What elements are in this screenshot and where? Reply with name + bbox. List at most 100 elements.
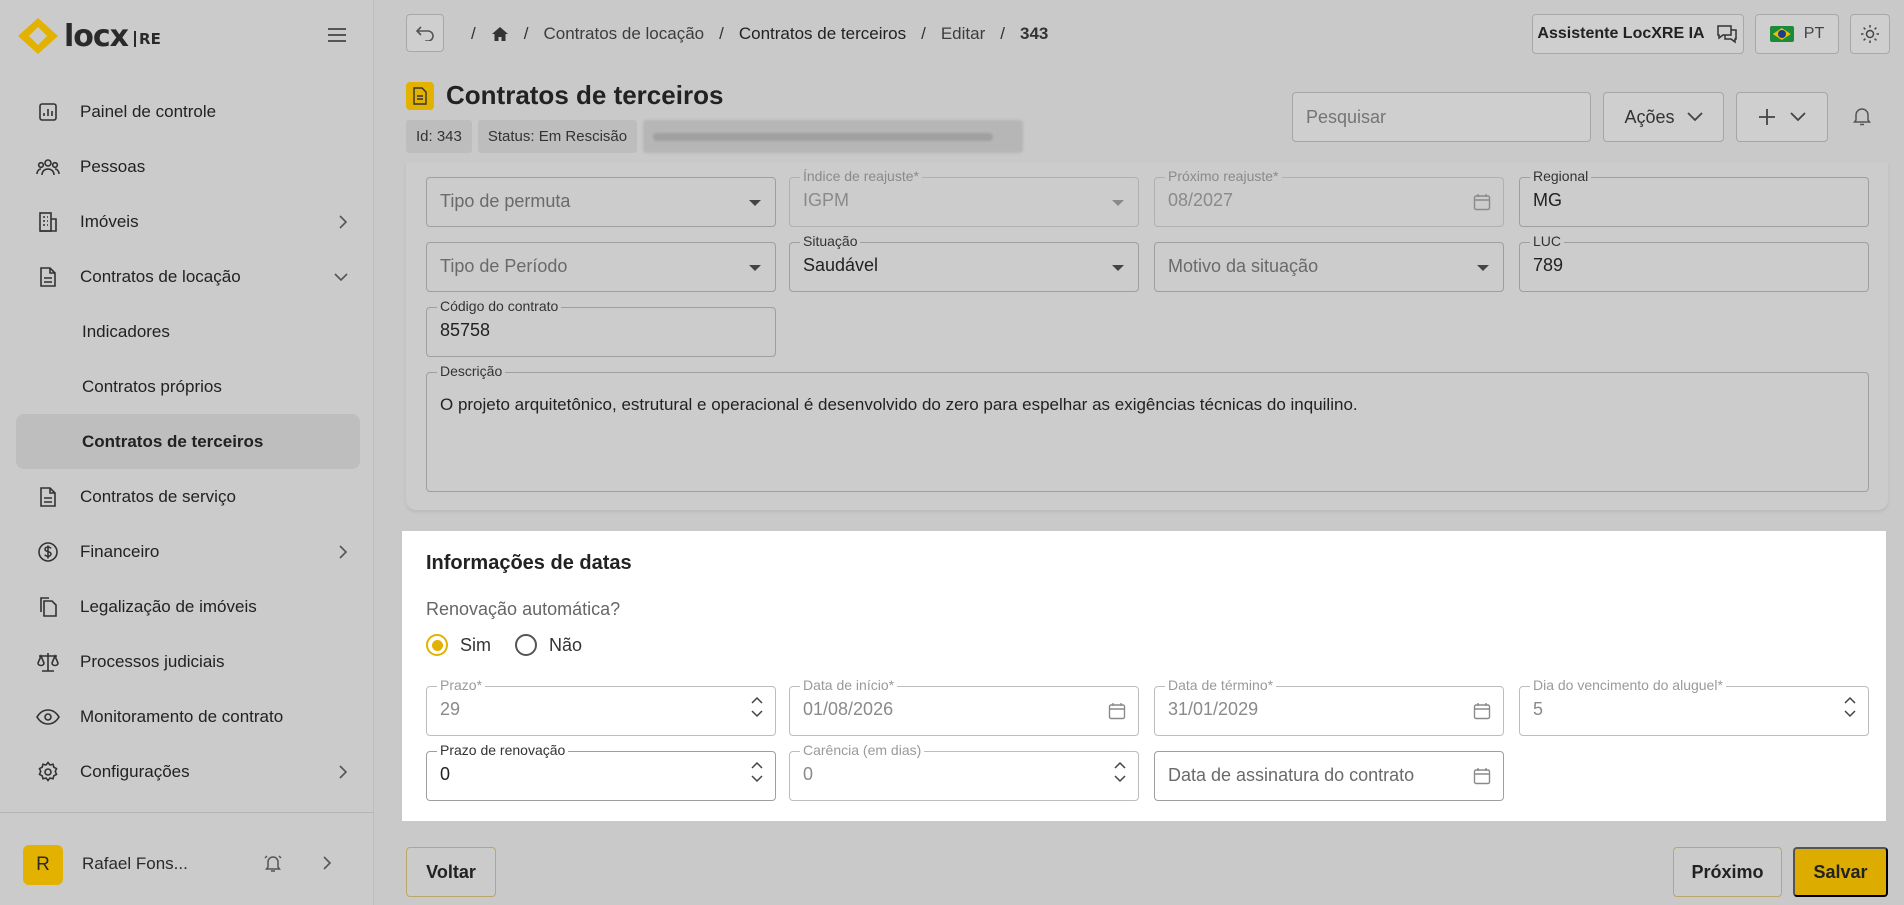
motivo-situacao-select[interactable]: Motivo da situação xyxy=(1154,242,1504,292)
building-icon xyxy=(36,210,60,234)
field-label: LUC xyxy=(1530,233,1565,249)
actions-label: Ações xyxy=(1624,106,1675,127)
back-button[interactable]: Voltar xyxy=(406,847,496,897)
field-value: IGPM xyxy=(803,190,850,210)
chevron-down-icon xyxy=(1686,112,1703,122)
data-inicio-field: Data de início* 01/08/2026 xyxy=(789,677,1139,736)
sidebar-nav: Painel de controle Pessoas Imóveis Contr… xyxy=(16,84,360,799)
data-assinatura-field[interactable]: Data de assinatura do contrato xyxy=(1154,751,1504,801)
radio-sim-label[interactable]: Sim xyxy=(460,635,491,656)
sun-icon xyxy=(1861,25,1879,43)
blurred-text xyxy=(653,132,994,141)
breadcrumb-separator: / xyxy=(719,24,724,43)
sidebar-item-contratos-locacao[interactable]: Contratos de locação xyxy=(16,249,360,304)
caret-down-icon[interactable] xyxy=(749,200,761,206)
radio-nao-label[interactable]: Não xyxy=(549,635,582,656)
radio-sim[interactable] xyxy=(426,634,448,656)
sidebar-item-label: Configurações xyxy=(80,761,190,781)
field-label: Situação xyxy=(800,233,861,249)
stepper-icon[interactable] xyxy=(751,761,763,783)
sidebar-item-contratos-servico[interactable]: Contratos de serviço xyxy=(16,469,360,524)
descricao-textarea[interactable]: Descrição O projeto arquitetônico, estru… xyxy=(426,363,1869,492)
sidebar-item-pessoas[interactable]: Pessoas xyxy=(16,139,360,194)
codigo-contrato-field[interactable]: Código do contrato 85758 xyxy=(426,298,776,357)
sidebar-item-label: Contratos de terceiros xyxy=(82,431,264,451)
logo-diamond-icon xyxy=(18,18,58,54)
hamburger-icon[interactable] xyxy=(327,27,347,43)
sidebar-item-label: Legalização de imóveis xyxy=(80,596,257,616)
sidebar-item-processos[interactable]: Processos judiciais xyxy=(16,634,360,689)
actions-dropdown[interactable]: Ações xyxy=(1603,92,1724,142)
add-dropdown[interactable] xyxy=(1736,92,1828,142)
field-value: 5 xyxy=(1533,699,1544,719)
undo-button[interactable] xyxy=(406,14,444,52)
stepper-icon xyxy=(1114,761,1126,783)
assistant-button[interactable]: Assistente LocXRE IA xyxy=(1532,14,1744,54)
chevron-right-icon[interactable] xyxy=(322,856,332,870)
breadcrumb-id: 343 xyxy=(1020,24,1049,43)
sidebar-item-legalizacao[interactable]: Legalização de imóveis xyxy=(16,579,360,634)
sidebar-item-configuracoes[interactable]: Configurações xyxy=(16,744,360,799)
calendar-icon xyxy=(1108,702,1126,720)
notification-bell-icon[interactable] xyxy=(263,853,283,873)
radio-nao[interactable] xyxy=(515,634,537,656)
sidebar-item-contratos-proprios[interactable]: Contratos próprios xyxy=(16,359,360,414)
sidebar-item-contratos-terceiros[interactable]: Contratos de terceiros xyxy=(16,414,360,469)
plus-icon xyxy=(1759,109,1775,125)
tipo-permuta-select[interactable]: Tipo de permuta xyxy=(426,177,776,227)
field-label: Descrição xyxy=(437,363,506,379)
tipo-periodo-select[interactable]: Tipo de Período xyxy=(426,242,776,292)
logo[interactable]: locx RE xyxy=(16,16,161,56)
caret-down-icon[interactable] xyxy=(1112,265,1124,271)
user-name[interactable]: Rafael Fons... xyxy=(82,854,188,874)
contract-details-card: Tipo de permuta Índice de reajuste* IGPM… xyxy=(406,162,1888,510)
field-value: O projeto arquitetônico, estrutural e op… xyxy=(440,395,1358,414)
breadcrumb-editar[interactable]: Editar xyxy=(941,24,985,44)
field-label: Próximo reajuste* xyxy=(1165,168,1282,184)
save-button[interactable]: Salvar xyxy=(1793,847,1888,897)
search-input[interactable] xyxy=(1292,92,1591,142)
prazo-renovacao-field[interactable]: Prazo de renovação 0 xyxy=(426,742,776,801)
sidebar-item-label: Painel de controle xyxy=(80,101,217,121)
dates-card: Informações de datas Renovação automátic… xyxy=(402,531,1886,821)
files-icon xyxy=(36,595,60,619)
language-label: PT xyxy=(1803,25,1825,42)
field-value: 0 xyxy=(803,764,814,784)
user-panel: R Rafael Fons... xyxy=(0,812,374,905)
theme-toggle[interactable] xyxy=(1850,14,1890,54)
next-button[interactable]: Próximo xyxy=(1673,847,1782,897)
status-badge: Status: Em Rescisão xyxy=(477,120,638,153)
field-value: MG xyxy=(1533,190,1562,210)
sidebar-item-imoveis[interactable]: Imóveis xyxy=(16,194,360,249)
chat-icon xyxy=(1716,25,1737,44)
bell-icon[interactable] xyxy=(1853,106,1871,126)
breadcrumb-separator: / xyxy=(1000,24,1005,43)
caret-down-icon[interactable] xyxy=(749,265,761,271)
people-icon xyxy=(36,155,60,179)
sidebar-item-label: Contratos próprios xyxy=(82,376,222,396)
situacao-select[interactable]: Situação Saudável xyxy=(789,233,1139,292)
breadcrumb-contratos-terceiros[interactable]: Contratos de terceiros xyxy=(739,24,906,44)
document-icon xyxy=(36,485,60,509)
stepper-icon xyxy=(1844,696,1856,718)
sidebar-item-monitoramento[interactable]: Monitoramento de contrato xyxy=(16,689,360,744)
logo-text: locx xyxy=(64,18,129,54)
luc-field[interactable]: LUC 789 xyxy=(1519,233,1869,292)
calendar-icon[interactable] xyxy=(1473,767,1491,785)
breadcrumb-contratos-locacao[interactable]: Contratos de locação xyxy=(543,24,704,44)
brazil-flag-icon xyxy=(1769,26,1794,42)
sidebar-item-painel[interactable]: Painel de controle xyxy=(16,84,360,139)
field-placeholder: Tipo de permuta xyxy=(440,191,571,211)
language-selector[interactable]: PT xyxy=(1755,14,1839,54)
sidebar-item-indicadores[interactable]: Indicadores xyxy=(16,304,360,359)
regional-field[interactable]: Regional MG xyxy=(1519,168,1869,227)
breadcrumb-separator: / xyxy=(921,24,926,43)
field-value: 789 xyxy=(1533,255,1564,275)
sidebar-item-financeiro[interactable]: Financeiro xyxy=(16,524,360,579)
avatar[interactable]: R xyxy=(23,845,63,885)
page-title: Contratos de terceiros xyxy=(446,80,724,110)
dia-vencimento-field: Dia do vencimento do aluguel* 5 xyxy=(1519,677,1869,736)
home-icon[interactable] xyxy=(491,26,509,42)
caret-down-icon[interactable] xyxy=(1477,265,1489,271)
field-value: 0 xyxy=(440,764,451,784)
